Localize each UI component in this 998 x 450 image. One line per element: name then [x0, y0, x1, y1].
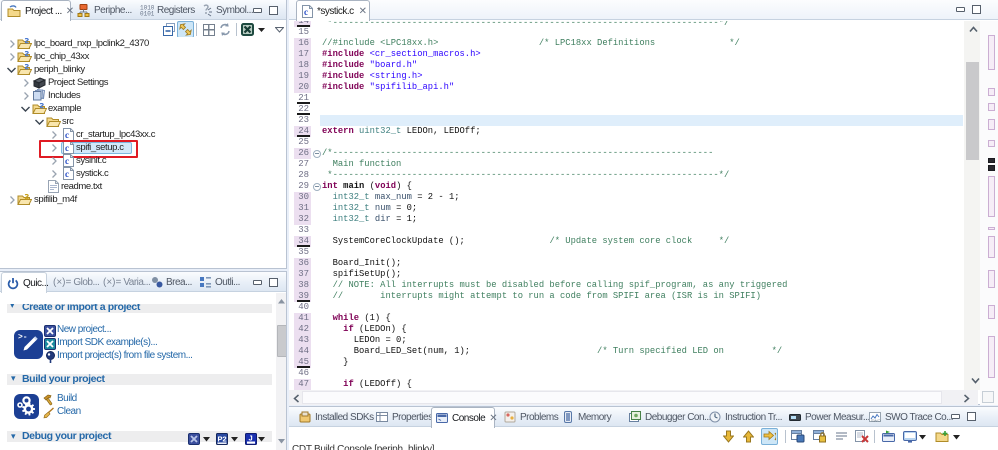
svg-text:J: J — [249, 434, 253, 443]
svg-text:SWO: SWO — [871, 418, 881, 423]
svg-text:P2: P2 — [218, 435, 227, 444]
svg-text:c: c — [65, 169, 69, 179]
svg-text:c: c — [65, 130, 69, 140]
svg-text:0101: 0101 — [140, 11, 154, 17]
svg-text:c: c — [65, 156, 69, 166]
svg-text:c: c — [304, 7, 308, 17]
